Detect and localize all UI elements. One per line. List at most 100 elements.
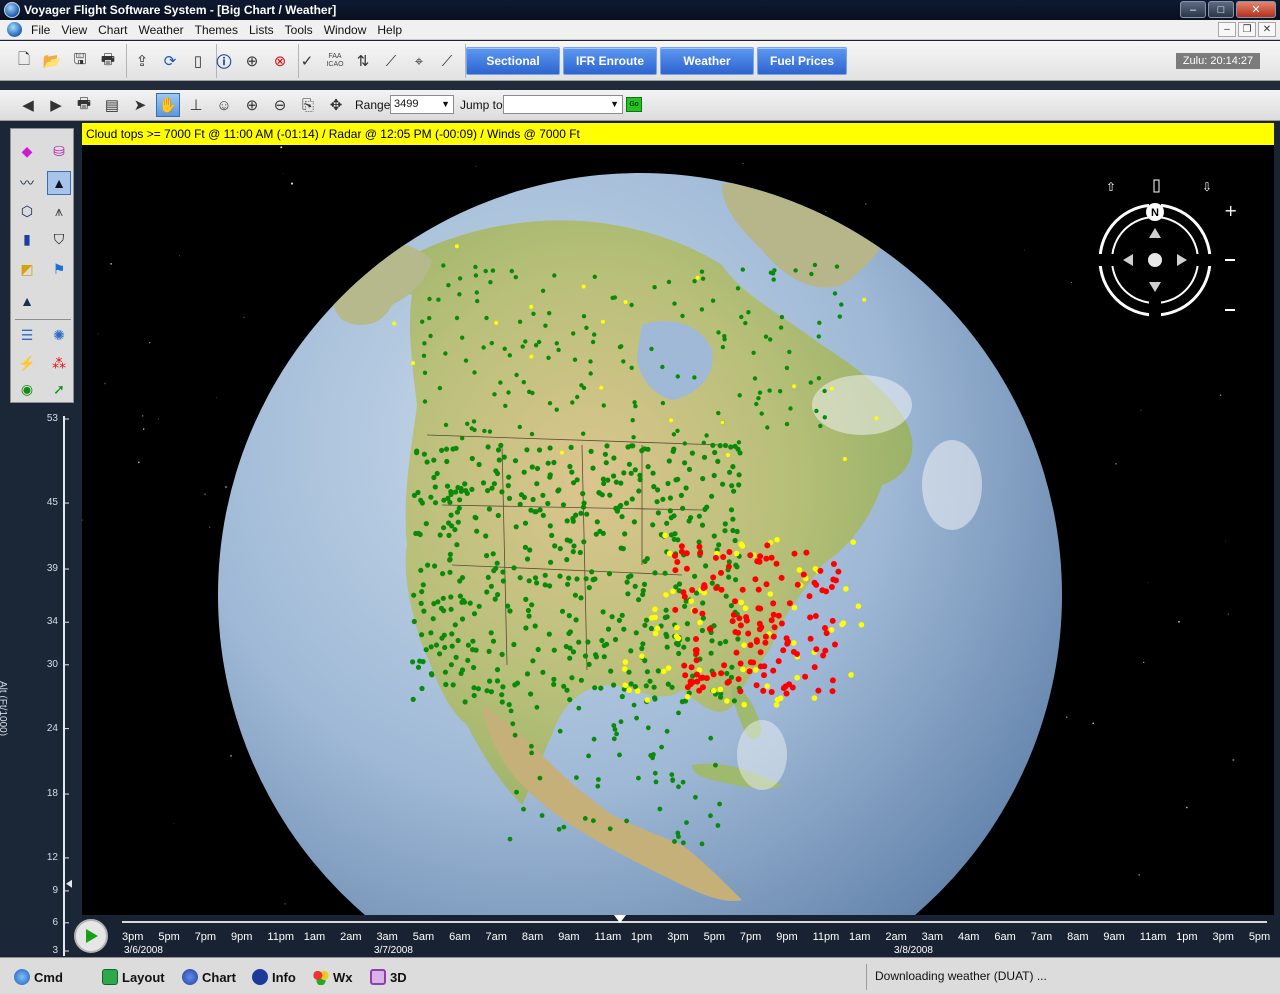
station-dot[interactable]	[631, 702, 637, 708]
station-dot[interactable]	[474, 290, 479, 295]
station-dot[interactable]	[586, 661, 592, 668]
station-dot[interactable]	[693, 657, 700, 664]
station-dot[interactable]	[474, 528, 480, 534]
station-dot[interactable]	[710, 298, 716, 303]
station-dot[interactable]	[465, 421, 470, 426]
station-dot[interactable]	[465, 642, 471, 648]
station-dot[interactable]	[703, 675, 710, 682]
station-dot[interactable]	[534, 481, 540, 487]
station-dot[interactable]	[700, 276, 706, 281]
station-dot[interactable]	[711, 472, 717, 479]
station-dot[interactable]	[673, 633, 680, 640]
station-dot[interactable]	[728, 507, 735, 513]
station-dot[interactable]	[431, 474, 437, 481]
station-dot[interactable]	[741, 642, 747, 648]
station-dot[interactable]	[608, 668, 614, 674]
station-dot[interactable]	[561, 824, 567, 830]
maximize-icon[interactable]: □	[1208, 1, 1234, 18]
station-dot[interactable]	[791, 640, 797, 646]
station-dot[interactable]	[664, 520, 670, 526]
station-dot[interactable]	[716, 542, 722, 548]
station-dot[interactable]	[684, 820, 689, 825]
station-dot[interactable]	[625, 591, 631, 597]
station-dot[interactable]	[742, 605, 749, 611]
station-dot[interactable]	[737, 660, 744, 667]
tab-cmd[interactable]: Cmd	[14, 963, 63, 991]
faa-icao-toggle[interactable]: FAA ICAO	[323, 49, 347, 73]
station-dot[interactable]	[476, 603, 482, 609]
station-dot[interactable]	[736, 440, 742, 445]
station-dot[interactable]	[739, 586, 746, 593]
station-dot[interactable]	[696, 543, 703, 550]
station-dot[interactable]	[830, 561, 837, 567]
station-dot[interactable]	[441, 263, 446, 268]
station-dot[interactable]	[652, 570, 658, 576]
station-dot[interactable]	[453, 654, 459, 660]
station-dot[interactable]	[511, 641, 517, 648]
station-dot[interactable]	[725, 678, 732, 685]
menu-lists[interactable]: Lists	[246, 23, 282, 37]
metar-dots-icon[interactable]: ⁂	[47, 351, 71, 375]
station-dot[interactable]	[528, 691, 534, 697]
station-dot[interactable]	[639, 448, 645, 454]
zoom-in-icon[interactable]: +	[1224, 201, 1237, 220]
station-dot[interactable]	[687, 678, 694, 685]
station-dot[interactable]	[724, 698, 730, 704]
airspace-icon[interactable]: ◩	[15, 257, 39, 281]
station-dot[interactable]	[529, 743, 534, 749]
station-dot[interactable]	[770, 611, 777, 618]
station-dot[interactable]	[672, 606, 679, 613]
station-dot[interactable]	[757, 553, 764, 560]
station-dot[interactable]	[688, 664, 695, 671]
station-dot[interactable]	[552, 273, 557, 278]
station-dot[interactable]	[743, 614, 750, 621]
station-dot[interactable]	[757, 605, 764, 612]
station-dot[interactable]	[421, 451, 427, 457]
station-dot[interactable]	[680, 779, 686, 785]
station-dot[interactable]	[654, 499, 660, 505]
station-dot[interactable]	[447, 556, 453, 562]
swap-arrows-icon[interactable]: ⇅	[351, 49, 375, 73]
station-dot[interactable]	[710, 442, 716, 448]
station-dot[interactable]	[484, 553, 490, 559]
station-dot[interactable]	[488, 280, 493, 285]
station-dot[interactable]	[637, 472, 643, 478]
station-dot[interactable]	[777, 389, 783, 394]
station-dot[interactable]	[551, 647, 557, 653]
station-dot[interactable]	[593, 531, 599, 537]
station-dot[interactable]	[721, 662, 728, 669]
station-dot[interactable]	[729, 483, 735, 489]
station-dot[interactable]	[650, 522, 656, 528]
station-dot[interactable]	[472, 514, 478, 520]
station-dot[interactable]	[636, 488, 642, 494]
station-dot[interactable]	[500, 684, 506, 690]
station-dot[interactable]	[763, 555, 770, 562]
station-dot[interactable]	[775, 612, 782, 619]
station-dot[interactable]	[812, 566, 819, 572]
station-dot[interactable]	[547, 311, 552, 316]
station-dot[interactable]	[660, 496, 666, 502]
station-dot[interactable]	[735, 629, 742, 636]
station-dot[interactable]	[609, 614, 615, 620]
station-dot[interactable]	[512, 458, 519, 464]
station-dot[interactable]	[574, 775, 579, 780]
station-dot[interactable]	[762, 633, 769, 640]
station-dot[interactable]	[601, 654, 607, 660]
back-arrow-icon[interactable]: ◀	[16, 93, 40, 117]
station-dot[interactable]	[590, 577, 596, 583]
station-dot[interactable]	[839, 302, 844, 307]
station-dot[interactable]	[605, 477, 611, 483]
tab-chart[interactable]: Chart	[182, 963, 236, 991]
station-dot[interactable]	[628, 573, 634, 579]
station-dot[interactable]	[529, 354, 534, 359]
station-dot[interactable]	[793, 268, 798, 273]
station-dot[interactable]	[495, 512, 501, 519]
station-dot[interactable]	[611, 682, 617, 688]
station-dot[interactable]	[586, 585, 592, 591]
station-dot[interactable]	[492, 392, 497, 397]
station-dot[interactable]	[561, 683, 567, 689]
station-dot[interactable]	[720, 420, 725, 425]
ruler-icon[interactable]: ⟋	[435, 49, 459, 73]
station-dot[interactable]	[628, 443, 635, 449]
station-dot[interactable]	[557, 728, 563, 734]
